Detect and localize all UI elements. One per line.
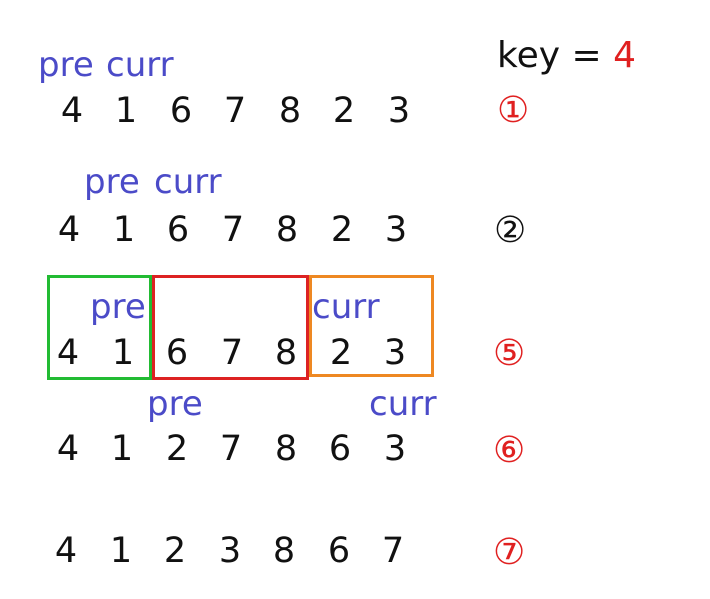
number: 3 bbox=[218, 531, 242, 571]
number: 7 bbox=[219, 429, 243, 469]
curr-pointer: curr bbox=[106, 45, 174, 85]
number: 6 bbox=[165, 333, 189, 373]
number: 4 bbox=[54, 531, 78, 571]
number: 3 bbox=[387, 91, 411, 131]
number: 8 bbox=[275, 210, 299, 250]
number: 4 bbox=[56, 333, 80, 373]
number: 2 bbox=[163, 531, 187, 571]
number: 1 bbox=[114, 91, 138, 131]
number: 8 bbox=[274, 333, 298, 373]
number: 3 bbox=[384, 210, 408, 250]
number: 2 bbox=[165, 429, 189, 469]
pre-pointer: pre bbox=[147, 384, 203, 424]
number: 1 bbox=[111, 333, 135, 373]
step-marker: ② bbox=[494, 210, 527, 251]
number: 2 bbox=[330, 210, 354, 250]
number: 1 bbox=[112, 210, 136, 250]
curr-pointer: curr bbox=[154, 162, 222, 202]
number: 7 bbox=[221, 210, 245, 250]
step-marker: ① bbox=[497, 90, 530, 131]
curr-pointer: curr bbox=[312, 287, 380, 327]
number: 1 bbox=[109, 531, 133, 571]
key-text: key = bbox=[497, 35, 614, 76]
curr-pointer: curr bbox=[369, 384, 437, 424]
pre-pointer: pre bbox=[84, 162, 140, 202]
number: 7 bbox=[381, 531, 405, 571]
number: 4 bbox=[60, 91, 84, 131]
pre-pointer: pre bbox=[90, 287, 146, 327]
step-marker: ⑦ bbox=[493, 532, 526, 573]
number: 3 bbox=[383, 429, 407, 469]
number: 7 bbox=[223, 91, 247, 131]
number: 8 bbox=[272, 531, 296, 571]
step-marker: ⑥ bbox=[493, 430, 526, 471]
key-label: key = 4 bbox=[497, 38, 636, 74]
pre-pointer: pre bbox=[38, 45, 94, 85]
number: 6 bbox=[328, 429, 352, 469]
number: 1 bbox=[110, 429, 134, 469]
number: 8 bbox=[274, 429, 298, 469]
number: 2 bbox=[332, 91, 356, 131]
number: 7 bbox=[220, 333, 244, 373]
number: 3 bbox=[383, 333, 407, 373]
number: 6 bbox=[327, 531, 351, 571]
number: 4 bbox=[57, 210, 81, 250]
step-marker: ⑤ bbox=[493, 333, 526, 374]
number: 6 bbox=[166, 210, 190, 250]
key-value: 4 bbox=[613, 35, 636, 76]
number: 8 bbox=[278, 91, 302, 131]
number: 4 bbox=[56, 429, 80, 469]
number: 2 bbox=[329, 333, 353, 373]
number: 6 bbox=[169, 91, 193, 131]
